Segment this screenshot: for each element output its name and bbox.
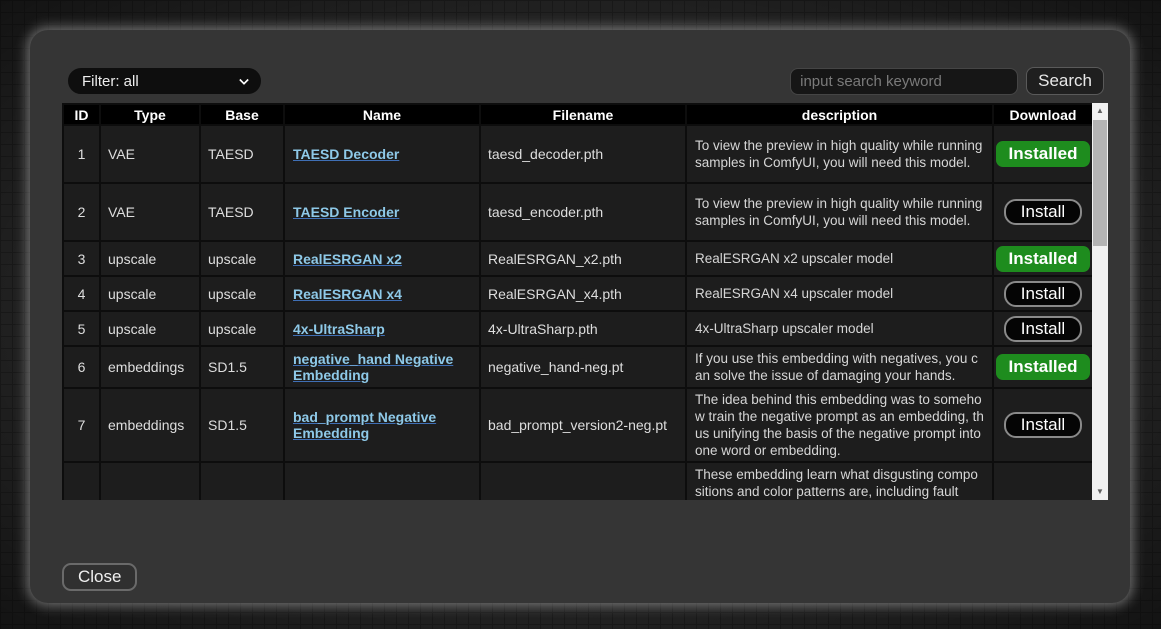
cell-id: [63, 462, 100, 500]
table-row-clipped: These embedding learn what disgusting co…: [63, 462, 1092, 500]
cell-description: These embedding learn what disgusting co…: [686, 462, 993, 500]
table-row: 5 upscale upscale 4x-UltraSharp 4x-Ultra…: [63, 311, 1092, 346]
cell-type: VAE: [100, 183, 200, 241]
cell-id: 1: [63, 125, 100, 183]
cell-type: [100, 462, 200, 500]
model-manager-dialog: Filter: all Search ID Type Base Name: [30, 30, 1130, 603]
cell-filename: negative_hand-neg.pt: [480, 346, 686, 388]
cell-description: RealESRGAN x4 upscaler model: [686, 276, 993, 311]
toolbar: Filter: all Search: [68, 67, 1104, 95]
header-id: ID: [63, 104, 100, 125]
cell-base: upscale: [200, 311, 284, 346]
table-row: 2 VAE TAESD TAESD Encoder taesd_encoder.…: [63, 183, 1092, 241]
scrollbar-up-icon[interactable]: ▲: [1092, 103, 1108, 119]
cell-id: 2: [63, 183, 100, 241]
install-button[interactable]: Install: [1004, 412, 1082, 438]
model-name-link[interactable]: 4x-UltraSharp: [293, 321, 385, 337]
header-description: description: [686, 104, 993, 125]
cell-filename: [480, 462, 686, 500]
cell-base: SD1.5: [200, 346, 284, 388]
cell-description: The idea behind this embedding was to so…: [686, 388, 993, 462]
cell-description: RealESRGAN x2 upscaler model: [686, 241, 993, 276]
cell-filename: RealESRGAN_x4.pth: [480, 276, 686, 311]
model-table-zone: ID Type Base Name Filename description D…: [62, 103, 1108, 500]
search-button[interactable]: Search: [1026, 67, 1104, 95]
header-type: Type: [100, 104, 200, 125]
header-filename: Filename: [480, 104, 686, 125]
model-name-link[interactable]: negative_hand Negative Embedding: [293, 351, 453, 383]
cell-base: [200, 462, 284, 500]
cell-description: 4x-UltraSharp upscaler model: [686, 311, 993, 346]
cell-filename: 4x-UltraSharp.pth: [480, 311, 686, 346]
table-header-row: ID Type Base Name Filename description D…: [63, 104, 1092, 125]
model-name-link[interactable]: bad_prompt Negative Embedding: [293, 409, 436, 441]
model-name-link[interactable]: RealESRGAN x4: [293, 286, 402, 302]
cell-type: embeddings: [100, 346, 200, 388]
cell-type: embeddings: [100, 388, 200, 462]
install-button[interactable]: Install: [1004, 281, 1082, 307]
cell-type: upscale: [100, 241, 200, 276]
cell-filename: bad_prompt_version2-neg.pt: [480, 388, 686, 462]
cell-base: TAESD: [200, 125, 284, 183]
cell-base: TAESD: [200, 183, 284, 241]
cell-description: To view the preview in high quality whil…: [686, 183, 993, 241]
cell-type: VAE: [100, 125, 200, 183]
install-button[interactable]: Install: [1004, 199, 1082, 225]
table-row: 4 upscale upscale RealESRGAN x4 RealESRG…: [63, 276, 1092, 311]
cell-type: upscale: [100, 311, 200, 346]
scrollbar-down-icon[interactable]: ▼: [1092, 484, 1108, 500]
header-base: Base: [200, 104, 284, 125]
cell-download: [993, 462, 1092, 500]
close-button[interactable]: Close: [62, 563, 137, 591]
filter-dropdown[interactable]: Filter: all: [68, 68, 261, 94]
table-row: 1 VAE TAESD TAESD Decoder taesd_decoder.…: [63, 125, 1092, 183]
installed-button[interactable]: Installed: [996, 354, 1091, 380]
table-row: 3 upscale upscale RealESRGAN x2 RealESRG…: [63, 241, 1092, 276]
cell-description: To view the preview in high quality whil…: [686, 125, 993, 183]
header-download: Download: [993, 104, 1092, 125]
cell-base: SD1.5: [200, 388, 284, 462]
table-row: 6 embeddings SD1.5 negative_hand Negativ…: [63, 346, 1092, 388]
table-scrollbar[interactable]: ▲ ▼: [1092, 103, 1108, 500]
header-name: Name: [284, 104, 480, 125]
cell-base: upscale: [200, 241, 284, 276]
model-table-viewport: ID Type Base Name Filename description D…: [62, 103, 1092, 500]
search-input[interactable]: [790, 68, 1018, 95]
model-name-link[interactable]: RealESRGAN x2: [293, 251, 402, 267]
cell-filename: taesd_decoder.pth: [480, 125, 686, 183]
cell-id: 5: [63, 311, 100, 346]
model-name-link[interactable]: TAESD Decoder: [293, 146, 399, 162]
model-name-link[interactable]: TAESD Encoder: [293, 204, 399, 220]
cell-id: 4: [63, 276, 100, 311]
cell-id: 7: [63, 388, 100, 462]
table-row: 7 embeddings SD1.5 bad_prompt Negative E…: [63, 388, 1092, 462]
cell-filename: taesd_encoder.pth: [480, 183, 686, 241]
cell-type: upscale: [100, 276, 200, 311]
cell-base: upscale: [200, 276, 284, 311]
installed-button[interactable]: Installed: [996, 246, 1091, 272]
scrollbar-thumb[interactable]: [1093, 120, 1107, 246]
cell-id: 3: [63, 241, 100, 276]
installed-button[interactable]: Installed: [996, 141, 1091, 167]
cell-filename: RealESRGAN_x2.pth: [480, 241, 686, 276]
cell-description: If you use this embedding with negatives…: [686, 346, 993, 388]
cell-id: 6: [63, 346, 100, 388]
install-button[interactable]: Install: [1004, 316, 1082, 342]
cell-name: [284, 462, 480, 500]
filter-dropdown-wrap: Filter: all: [68, 68, 261, 94]
model-table: ID Type Base Name Filename description D…: [62, 103, 1092, 500]
